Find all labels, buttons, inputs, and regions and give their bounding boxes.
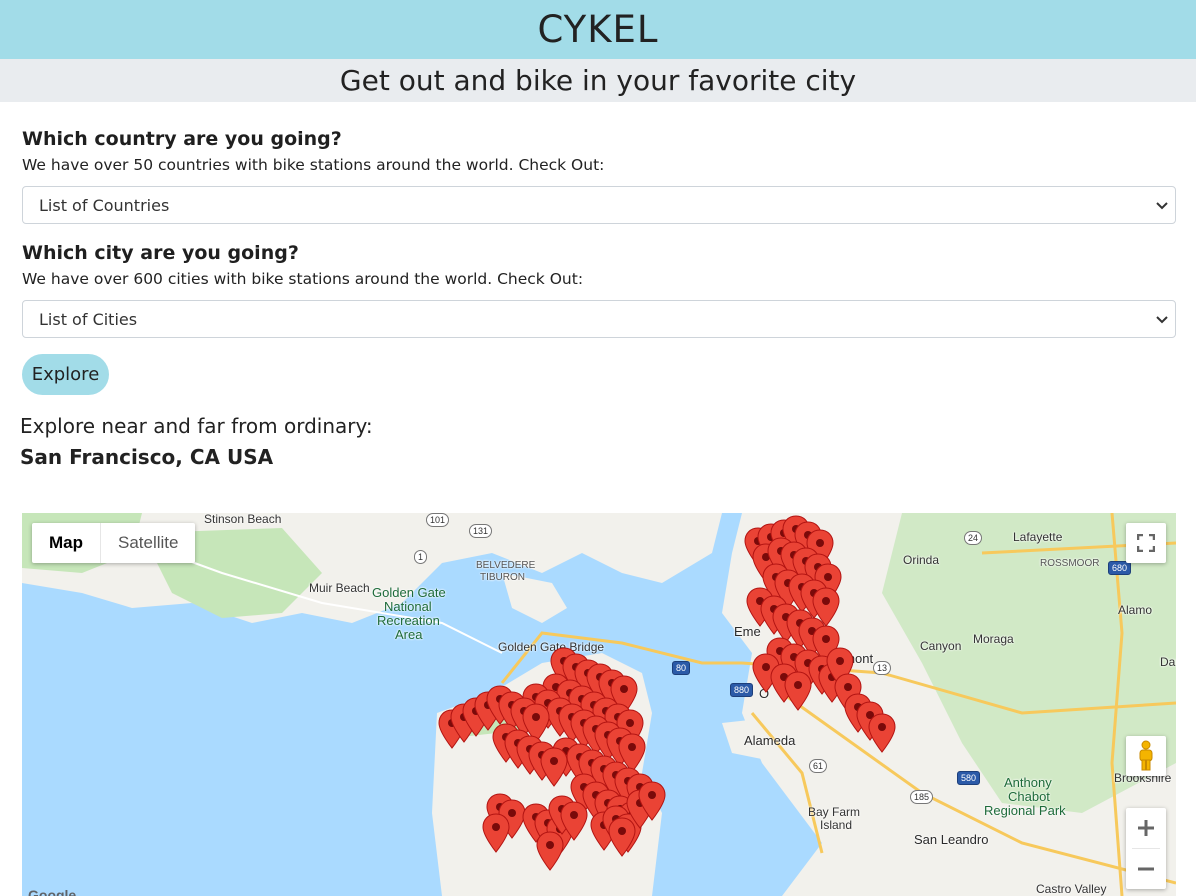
map-label-dan: Dan <box>1160 655 1176 669</box>
map-label-anthony-2: Chabot <box>1008 789 1050 804</box>
city-select-value: List of Cities <box>39 309 138 329</box>
route-shield-680: 680 <box>1108 561 1132 575</box>
route-shield-24: 24 <box>964 531 983 545</box>
map-label-ggnra-2: National <box>384 599 432 614</box>
city-question: Which city are you going? <box>22 242 299 264</box>
country-subtitle: We have over 50 countries with bike stat… <box>22 156 605 174</box>
map-label-san-leandro: San Leandro <box>914 832 989 847</box>
explore-label: Explore near and far from ordinary: <box>20 414 373 438</box>
explore-location: San Francisco, CA USA <box>20 445 274 469</box>
google-logo: Google <box>28 887 77 896</box>
street-view-pegman[interactable] <box>1126 736 1166 776</box>
brand-title: CYKEL <box>537 8 659 51</box>
country-select[interactable]: List of Countries <box>22 186 1176 224</box>
minus-icon <box>1138 867 1154 871</box>
route-shield-61: 61 <box>809 759 828 773</box>
map-label-lafayette: Lafayette <box>1013 530 1063 544</box>
map-label-alameda: Alameda <box>744 733 796 748</box>
bike-station-marker-icon[interactable] <box>638 781 666 821</box>
map-label-canyon: Canyon <box>920 639 962 653</box>
map-type-satellite-button[interactable]: Satellite <box>101 523 195 563</box>
route-shield-1: 1 <box>414 550 428 564</box>
bike-station-marker-icon[interactable] <box>868 713 896 753</box>
map-label-stinson-beach: Stinson Beach <box>204 513 282 526</box>
bike-station-marker-icon[interactable] <box>540 747 568 787</box>
fullscreen-icon <box>1137 534 1155 552</box>
route-shield-101: 101 <box>426 513 450 527</box>
bike-station-marker-icon[interactable] <box>608 817 636 857</box>
tagline-bar: Get out and bike in your favorite city <box>0 59 1196 102</box>
city-subtitle: We have over 600 cities with bike statio… <box>22 270 584 288</box>
map-label-anthony-1: Anthony <box>1004 775 1052 790</box>
pegman-icon <box>1139 740 1153 771</box>
route-shield-131: 131 <box>469 524 493 538</box>
city-select[interactable]: List of Cities <box>22 300 1176 338</box>
map-label-anthony-3: Regional Park <box>984 803 1066 818</box>
country-select-value: List of Countries <box>39 195 170 215</box>
map-label-moraga: Moraga <box>973 632 1014 646</box>
map-type-control: Map Satellite <box>32 523 196 563</box>
map[interactable]: Stinson Beach BELVEDERE TIBURON Muir Bea… <box>22 513 1176 896</box>
brand-bar: CYKEL <box>0 0 1196 59</box>
route-shield-880: 880 <box>730 683 754 697</box>
tagline: Get out and bike in your favorite city <box>339 64 857 97</box>
route-shield-13: 13 <box>873 661 892 675</box>
chevron-down-icon <box>1156 316 1168 324</box>
explore-button[interactable]: Explore <box>22 354 109 395</box>
bike-station-marker-icon[interactable] <box>784 671 812 711</box>
zoom-out-button[interactable] <box>1126 849 1166 889</box>
route-shield-185: 185 <box>910 790 934 804</box>
route-shield-580: 580 <box>957 771 981 785</box>
bike-station-marker-icon[interactable] <box>482 813 510 853</box>
map-label-belvedere: BELVEDERE <box>476 560 536 571</box>
zoom-in-button[interactable] <box>1126 808 1166 848</box>
map-label-ggnra-1: Golden Gate <box>372 585 446 600</box>
zoom-control <box>1126 808 1166 889</box>
map-label-rossmoor: ROSSMOOR <box>1040 558 1100 569</box>
chevron-down-icon <box>1156 202 1168 210</box>
map-label-muir-beach: Muir Beach <box>309 581 370 595</box>
map-label-bay-farm-1: Bay Farm <box>808 805 861 819</box>
map-label-alamo: Alamo <box>1118 603 1153 617</box>
country-question: Which country are you going? <box>22 128 342 150</box>
fullscreen-button[interactable] <box>1126 523 1166 563</box>
map-label-bay-farm-2: Island <box>820 818 853 832</box>
map-label-orinda: Orinda <box>903 553 940 567</box>
map-label-ggnra-4: Area <box>395 627 423 642</box>
map-label-castro-valley: Castro Valley <box>1036 882 1107 896</box>
map-label-ggnra-3: Recreation <box>377 613 440 628</box>
map-label-tiburon: TIBURON <box>480 572 525 583</box>
bike-station-marker-icon[interactable] <box>560 801 588 841</box>
route-shield-80: 80 <box>672 661 691 675</box>
plus-icon <box>1138 820 1154 836</box>
map-type-map-button[interactable]: Map <box>32 523 101 563</box>
